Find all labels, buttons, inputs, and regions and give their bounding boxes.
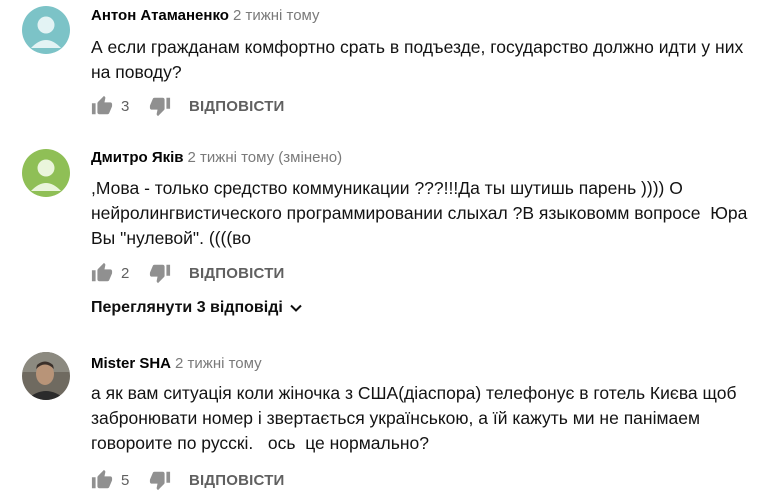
reply-button[interactable]: ВІДПОВІСТИ <box>189 472 285 489</box>
comment-text: а як вам ситуація коли жіночка з США(діа… <box>91 383 742 453</box>
comment-text: ,Мова - только средство коммуникации ???… <box>91 178 753 248</box>
author-line: Антон Атаманенко 2 тижні тому <box>91 7 320 24</box>
thumbs-up-icon[interactable] <box>91 262 113 284</box>
author-name[interactable]: Mister SHA <box>91 355 171 372</box>
thumbs-down-icon[interactable] <box>149 95 171 117</box>
avatar[interactable] <box>22 6 70 54</box>
like-count: 5 <box>121 471 130 489</box>
view-replies-button[interactable]: Переглянути 3 відповіді <box>91 299 303 317</box>
like-count: 3 <box>121 97 130 115</box>
comment-actions: 5 ВІДПОВІСТИ <box>91 468 285 492</box>
thumbs-down-icon[interactable] <box>149 262 171 284</box>
comment-time[interactable]: 2 тижні тому (змінено) <box>188 149 343 166</box>
thumbs-up-icon[interactable] <box>91 95 113 117</box>
avatar[interactable] <box>22 352 70 400</box>
comment-actions: 3 ВІДПОВІСТИ <box>91 94 285 118</box>
reply-button[interactable]: ВІДПОВІСТИ <box>189 265 285 282</box>
author-name[interactable]: Антон Атаманенко <box>91 7 229 24</box>
like-count: 2 <box>121 264 130 282</box>
thumbs-down-icon[interactable] <box>149 469 171 491</box>
view-replies-label: Переглянути 3 відповіді <box>91 299 283 316</box>
author-line: Дмитро Яків 2 тижні тому (змінено) <box>91 149 342 166</box>
thumbs-up-icon[interactable] <box>91 469 113 491</box>
comment-actions: 2 ВІДПОВІСТИ <box>91 261 285 285</box>
author-name[interactable]: Дмитро Яків <box>91 149 184 166</box>
default-avatar-icon <box>22 149 70 197</box>
default-avatar-icon <box>22 6 70 54</box>
author-line: Mister SHA 2 тижні тому <box>91 355 262 372</box>
chevron-down-icon <box>289 301 303 315</box>
comment-time[interactable]: 2 тижні тому <box>233 7 320 24</box>
reply-button[interactable]: ВІДПОВІСТИ <box>189 98 285 115</box>
avatar[interactable] <box>22 149 70 197</box>
comment-text: А если гражданам комфортно срать в подъе… <box>91 37 749 82</box>
comment-time[interactable]: 2 тижні тому <box>175 355 262 372</box>
user-photo-icon <box>22 352 70 400</box>
